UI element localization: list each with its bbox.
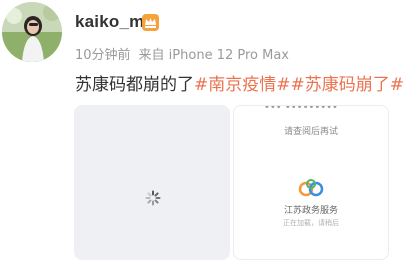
screenshot-service-name: 江苏政务服务 — [283, 206, 338, 216]
post-time[interactable]: 10分钟前 — [75, 48, 131, 63]
hashtag-nanjing[interactable]: #南京疫情# — [194, 75, 291, 95]
jiangsu-service-logo-icon — [298, 179, 324, 197]
screenshot-subtitle: 请查阅后再试 — [283, 127, 338, 137]
username[interactable]: kaiko_m — [75, 12, 144, 32]
loading-spinner-icon — [145, 190, 161, 206]
vip-badge-icon — [142, 14, 159, 31]
avatar[interactable] — [2, 2, 62, 62]
post-body: 苏康码都崩的了 — [75, 75, 194, 95]
screenshot-header: ••• ••••••••• — [264, 105, 338, 113]
post-meta: 10分钟前 来自 iPhone 12 Pro Max — [75, 44, 289, 63]
hashtag-sukangma[interactable]: #苏康码崩了# — [291, 75, 405, 95]
media-image-1[interactable] — [74, 105, 230, 260]
post-text: 苏康码都崩的了#南京疫情##苏康码崩了# — [75, 70, 404, 95]
avatar-photo — [2, 2, 62, 62]
screenshot-note: 正在加载，请稍后 — [283, 219, 339, 227]
media-image-2[interactable]: ••• ••••••••• 请查阅后再试 江苏政务服务 正在加载，请稍后 — [233, 105, 389, 260]
post-source: 来自 iPhone 12 Pro Max — [138, 48, 289, 63]
